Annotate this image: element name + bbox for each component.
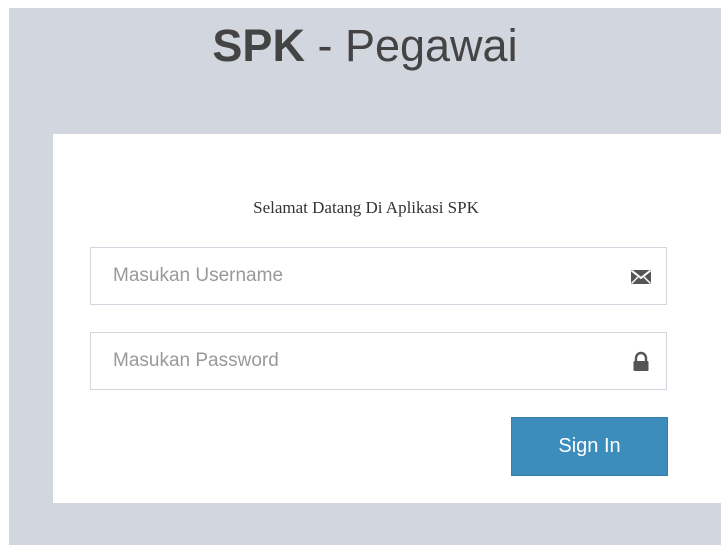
- password-field-group: [90, 332, 667, 390]
- login-page: SPK - Pegawai Selamat Datang Di Aplikasi…: [9, 8, 721, 545]
- app-logo-rest: - Pegawai: [304, 20, 518, 71]
- username-input[interactable]: [91, 248, 666, 304]
- app-logo-bold: SPK: [212, 20, 305, 71]
- envelope-icon: [630, 269, 652, 285]
- username-field-group: [90, 247, 667, 305]
- sign-in-button[interactable]: Sign In: [511, 417, 668, 476]
- password-input[interactable]: [91, 333, 666, 389]
- app-logo[interactable]: SPK - Pegawai: [9, 16, 721, 76]
- login-box: Selamat Datang Di Aplikasi SPK Sign In: [53, 134, 721, 503]
- login-message: Selamat Datang Di Aplikasi SPK: [253, 198, 479, 217]
- lock-icon: [633, 351, 649, 371]
